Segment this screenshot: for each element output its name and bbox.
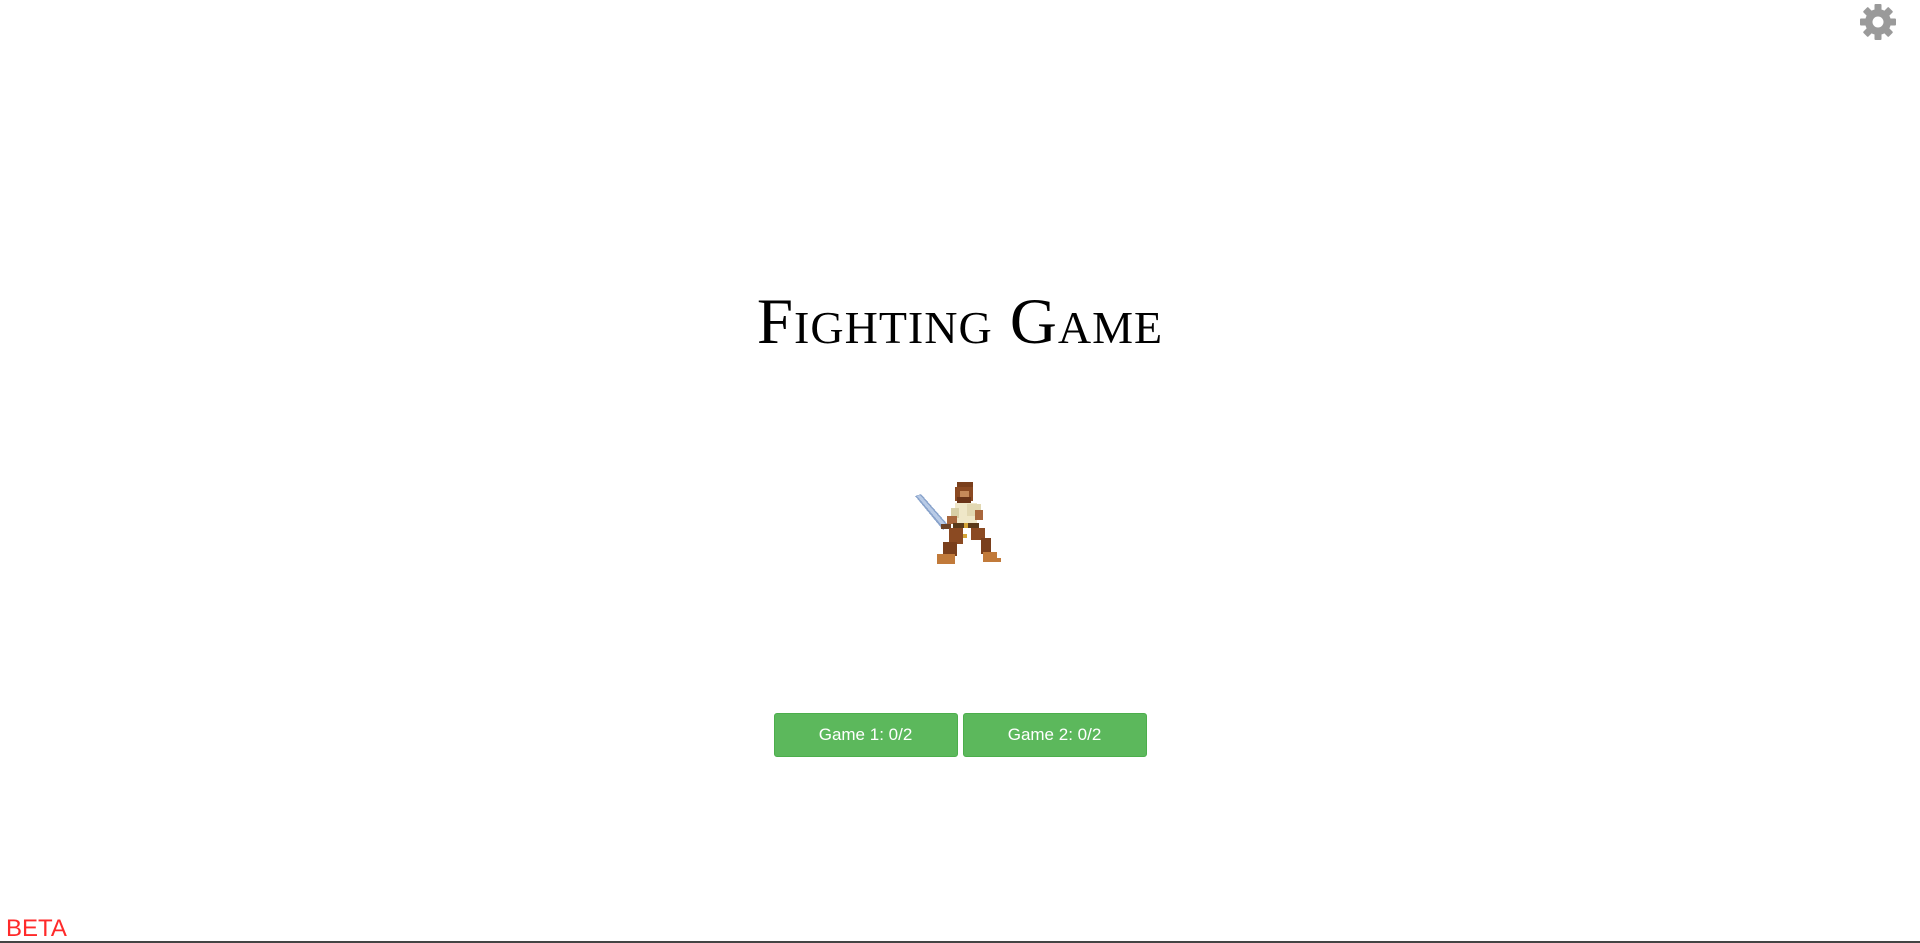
gear-icon xyxy=(1860,4,1896,40)
character-sprite xyxy=(913,482,1001,572)
page-title: Fighting Game xyxy=(756,286,1164,358)
game-buttons: Game 1: 0/2 Game 2: 0/2 xyxy=(0,713,1920,757)
game-2-button[interactable]: Game 2: 0/2 xyxy=(962,713,1147,757)
sword-fighter-icon xyxy=(915,482,1001,564)
beta-label: BETA xyxy=(6,915,67,942)
game-1-button[interactable]: Game 1: 0/2 xyxy=(773,713,958,757)
settings-button[interactable] xyxy=(1858,2,1898,42)
